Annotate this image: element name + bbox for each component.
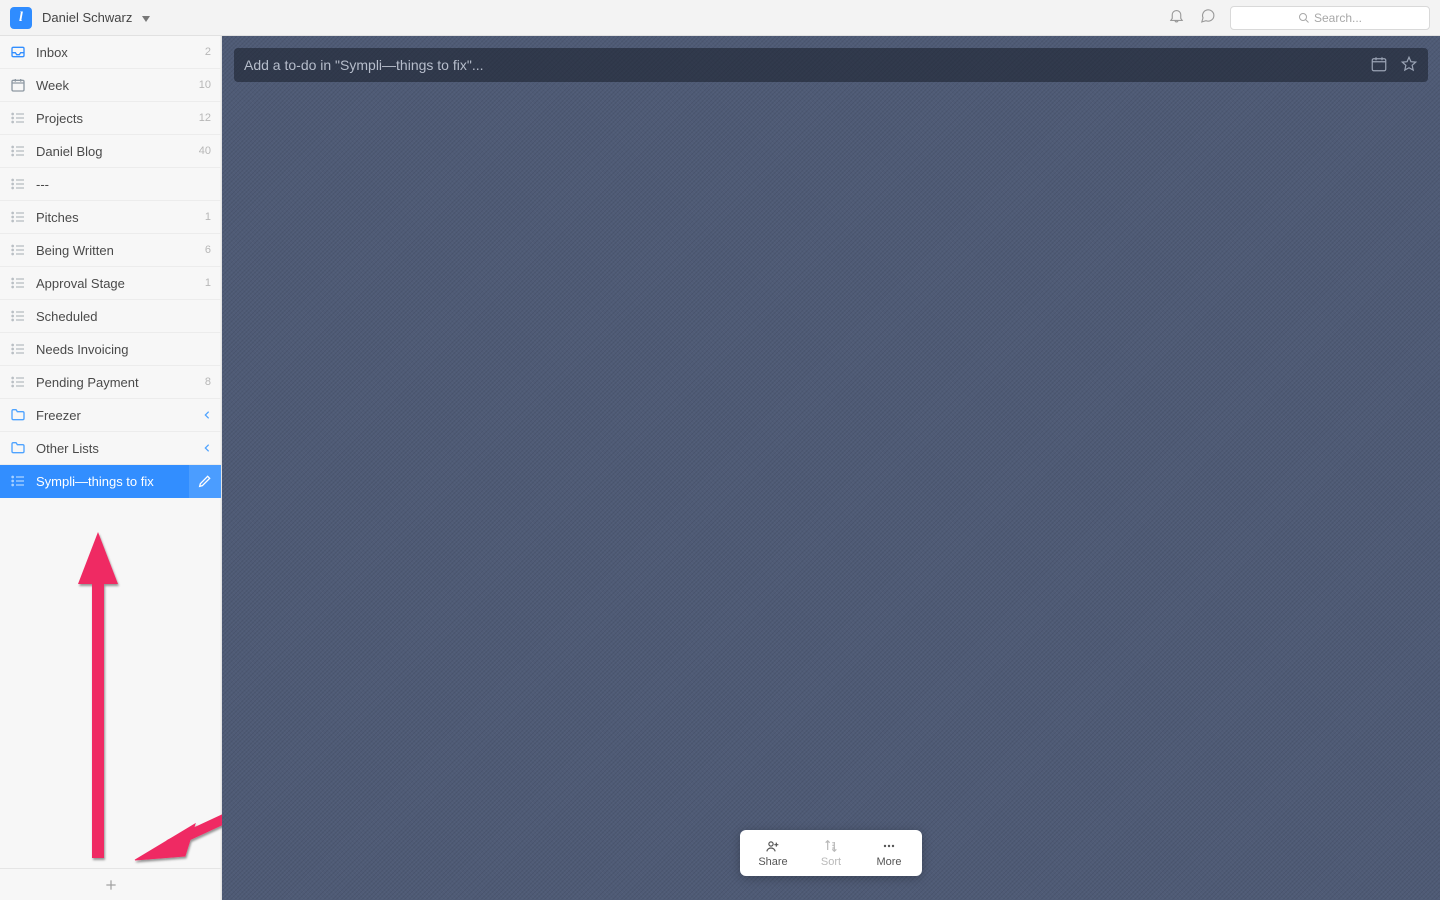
sidebar-item-pending-payment[interactable]: Pending Payment 8 xyxy=(0,366,221,399)
sidebar-item-separator[interactable]: --- xyxy=(0,168,221,201)
sidebar-item-label: Needs Invoicing xyxy=(36,342,211,357)
list-toolbar: Share Sort More xyxy=(740,830,922,876)
add-todo-input[interactable]: Add a to-do in "Sympli—things to fix"... xyxy=(234,48,1428,82)
search-placeholder: Search... xyxy=(1314,11,1362,25)
sidebar-item-count: 1 xyxy=(205,211,211,223)
due-date-icon[interactable] xyxy=(1370,55,1388,76)
sidebar-item-sympli[interactable]: Sympli—things to fix xyxy=(0,465,221,498)
edit-list-button[interactable] xyxy=(189,465,221,498)
sidebar-item-needs-invoicing[interactable]: Needs Invoicing xyxy=(0,333,221,366)
sidebar-item-count: 2 xyxy=(205,46,211,58)
list-icon xyxy=(10,242,26,258)
sidebar-item-week[interactable]: Week 10 xyxy=(0,69,221,102)
sidebar-item-count: 10 xyxy=(199,79,211,91)
calendar-icon xyxy=(10,77,26,93)
list-icon xyxy=(10,275,26,291)
sidebar-item-scheduled[interactable]: Scheduled xyxy=(0,300,221,333)
sidebar-item-pitches[interactable]: Pitches 1 xyxy=(0,201,221,234)
sidebar: Inbox 2 Week 10 Projects 12 xyxy=(0,36,222,900)
sidebar-item-approval-stage[interactable]: Approval Stage 1 xyxy=(0,267,221,300)
list-icon xyxy=(10,143,26,159)
chat-icon[interactable] xyxy=(1199,7,1216,29)
list-icon xyxy=(10,308,26,324)
star-icon[interactable] xyxy=(1400,55,1418,76)
sidebar-item-projects[interactable]: Projects 12 xyxy=(0,102,221,135)
sidebar-item-label: Sympli—things to fix xyxy=(36,474,189,489)
sort-button[interactable]: Sort xyxy=(802,836,860,870)
sidebar-item-label: Week xyxy=(36,78,199,93)
sidebar-item-daniel-blog[interactable]: Daniel Blog 40 xyxy=(0,135,221,168)
sidebar-item-label: Scheduled xyxy=(36,309,211,324)
sidebar-item-inbox[interactable]: Inbox 2 xyxy=(0,36,221,69)
app-icon[interactable]: l xyxy=(10,7,32,29)
share-icon xyxy=(764,838,782,854)
sidebar-item-label: --- xyxy=(36,177,211,192)
inbox-icon xyxy=(10,44,26,60)
top-bar: l Daniel Schwarz Search... xyxy=(0,0,1440,36)
list-icon xyxy=(10,473,26,489)
share-label: Share xyxy=(758,856,787,868)
sort-icon xyxy=(822,838,840,854)
folder-icon xyxy=(10,407,26,423)
more-label: More xyxy=(876,856,901,868)
list-icon xyxy=(10,209,26,225)
sidebar-item-being-written[interactable]: Being Written 6 xyxy=(0,234,221,267)
sidebar-item-label: Daniel Blog xyxy=(36,144,199,159)
plus-icon xyxy=(104,878,118,892)
sidebar-item-label: Pending Payment xyxy=(36,375,205,390)
add-todo-placeholder: Add a to-do in "Sympli—things to fix"... xyxy=(244,57,1370,73)
more-icon xyxy=(880,838,898,854)
sidebar-item-label: Being Written xyxy=(36,243,205,258)
more-button[interactable]: More xyxy=(860,836,918,870)
sidebar-item-count: 12 xyxy=(199,112,211,124)
sidebar-item-count: 8 xyxy=(205,376,211,388)
sort-label: Sort xyxy=(821,856,841,868)
chevron-left-icon xyxy=(203,408,211,423)
search-input[interactable]: Search... xyxy=(1230,6,1430,30)
sidebar-item-count: 40 xyxy=(199,145,211,157)
search-icon xyxy=(1298,12,1310,24)
sidebar-folder-freezer[interactable]: Freezer xyxy=(0,399,221,432)
sidebar-item-label: Projects xyxy=(36,111,199,126)
share-button[interactable]: Share xyxy=(744,836,802,870)
chevron-left-icon xyxy=(203,441,211,456)
sidebar-item-label: Freezer xyxy=(36,408,203,423)
sidebar-item-count: 6 xyxy=(205,244,211,256)
user-menu[interactable]: Daniel Schwarz xyxy=(42,10,150,25)
user-name-label: Daniel Schwarz xyxy=(42,10,132,25)
list-icon xyxy=(10,176,26,192)
sidebar-item-label: Pitches xyxy=(36,210,205,225)
sidebar-item-label: Other Lists xyxy=(36,441,203,456)
folder-icon xyxy=(10,440,26,456)
list-icon xyxy=(10,110,26,126)
pencil-icon xyxy=(197,473,213,489)
list-icon xyxy=(10,341,26,357)
sidebar-item-count: 1 xyxy=(205,277,211,289)
bell-icon[interactable] xyxy=(1168,7,1185,29)
caret-down-icon xyxy=(142,10,150,25)
sidebar-item-label: Inbox xyxy=(36,45,205,60)
add-list-button[interactable] xyxy=(0,868,221,900)
sidebar-item-label: Approval Stage xyxy=(36,276,205,291)
list-icon xyxy=(10,374,26,390)
sidebar-folder-other-lists[interactable]: Other Lists xyxy=(0,432,221,465)
main-area: Add a to-do in "Sympli—things to fix"... xyxy=(222,36,1440,900)
